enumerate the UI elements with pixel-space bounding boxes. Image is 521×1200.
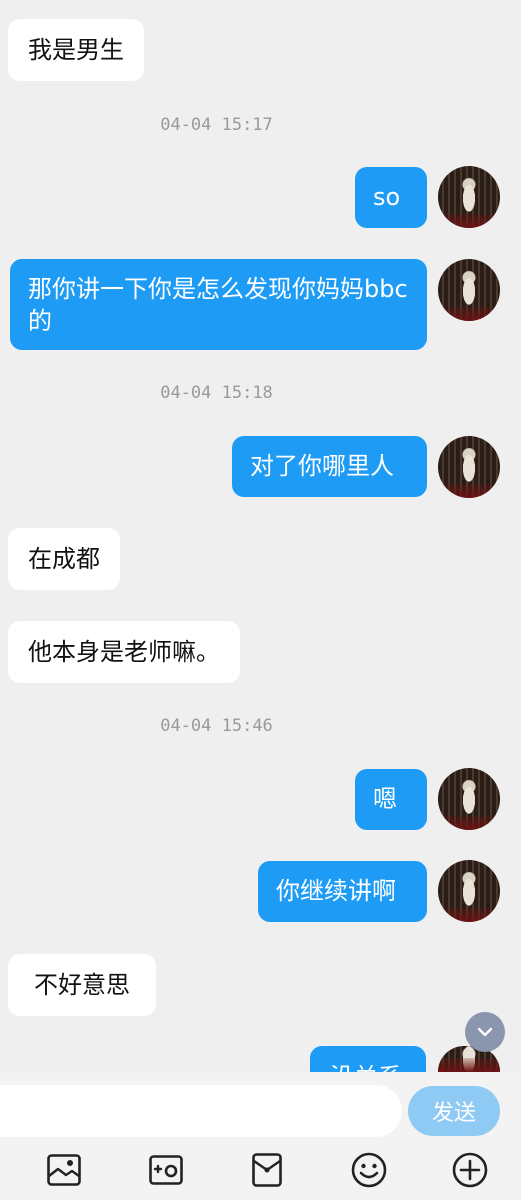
avatar[interactable]: [438, 768, 500, 830]
timestamp: 04-04 15:18: [160, 383, 273, 403]
red-packet-button[interactable]: [247, 1150, 287, 1190]
message-text: 不好意思: [34, 971, 130, 999]
timestamp: 04-04 15:46: [160, 716, 273, 736]
incoming-message[interactable]: 我是男生: [8, 19, 144, 81]
camera-icon: [149, 1155, 183, 1185]
avatar[interactable]: [438, 259, 500, 321]
message-text: 没关系: [330, 1061, 402, 1072]
outgoing-message[interactable]: 对了你哪里人: [232, 436, 427, 497]
outgoing-message[interactable]: 嗯: [355, 769, 427, 830]
more-button[interactable]: [450, 1150, 490, 1190]
message-text: 在成都: [28, 545, 100, 573]
incoming-message[interactable]: 不好意思: [8, 954, 156, 1016]
timestamp: 04-04 15:17: [160, 115, 273, 135]
chevron-down-icon: [477, 1027, 493, 1037]
message-text: 他本身是老师嘛。: [28, 638, 220, 666]
outgoing-message[interactable]: 没关系: [310, 1046, 426, 1072]
incoming-message[interactable]: 他本身是老师嘛。: [8, 621, 240, 683]
emoji-button[interactable]: [349, 1150, 389, 1190]
red-packet-icon: [252, 1153, 282, 1187]
message-text: 那你讲一下你是怎么发现你妈妈bbc的: [28, 275, 408, 335]
scroll-to-bottom-button[interactable]: [465, 1012, 505, 1052]
camera-button[interactable]: [146, 1150, 186, 1190]
outgoing-message[interactable]: 那你讲一下你是怎么发现你妈妈bbc的: [10, 259, 427, 350]
emoji-icon: [351, 1152, 387, 1188]
message-text: 嗯: [373, 785, 397, 813]
message-input[interactable]: [0, 1085, 402, 1137]
message-text: 我是男生: [28, 36, 124, 64]
avatar[interactable]: [438, 436, 500, 498]
message-text: so: [373, 183, 401, 211]
message-text: 对了你哪里人: [250, 452, 394, 480]
outgoing-message[interactable]: 你继续讲啊: [258, 861, 427, 922]
avatar[interactable]: [438, 166, 500, 228]
image-icon: [47, 1154, 81, 1186]
plus-icon: [452, 1152, 488, 1188]
incoming-message[interactable]: 在成都: [8, 528, 120, 590]
image-button[interactable]: [44, 1150, 84, 1190]
message-text: 你继续讲啊: [276, 877, 396, 905]
avatar[interactable]: [438, 860, 500, 922]
outgoing-message[interactable]: so: [355, 167, 427, 228]
toolbar: [0, 1140, 521, 1200]
send-button[interactable]: 发送: [408, 1086, 500, 1136]
